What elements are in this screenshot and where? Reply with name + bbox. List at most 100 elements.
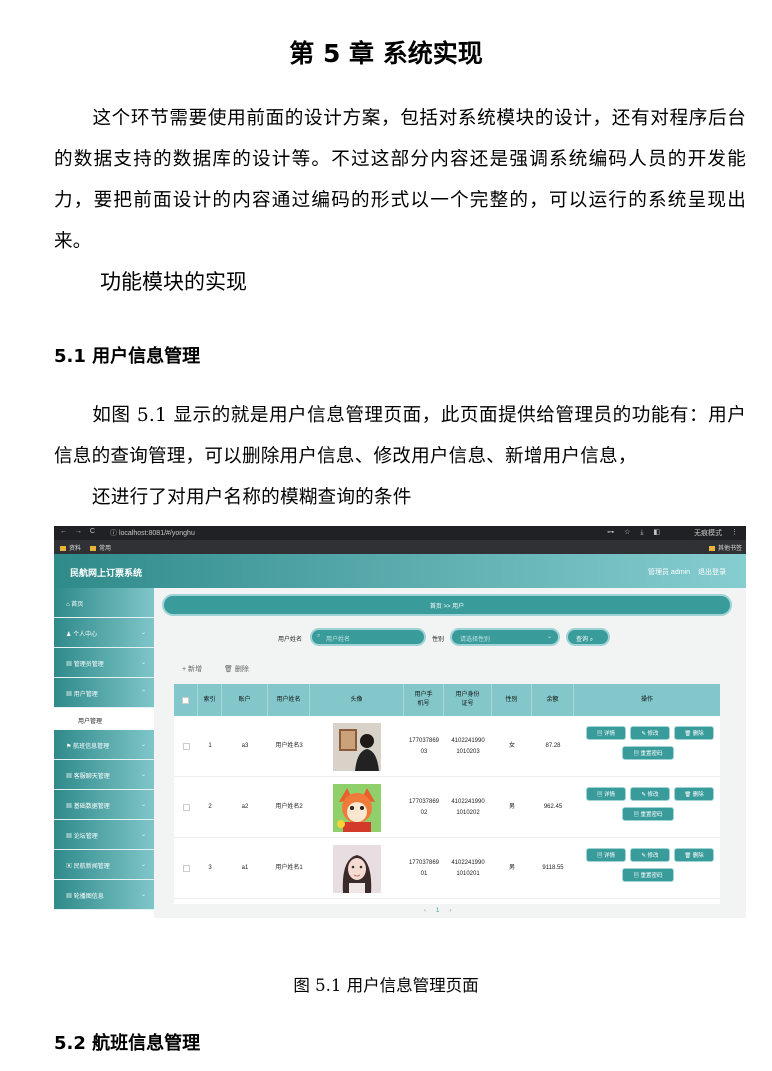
delete-row-button[interactable]: 🗑 删除	[674, 787, 714, 801]
search-icon: ⌕	[317, 633, 321, 639]
cell-balance: 962.45	[543, 804, 563, 810]
header-checkbox[interactable]	[174, 684, 198, 716]
row-checkbox[interactable]	[174, 777, 198, 838]
flag-icon: ⚑	[66, 744, 72, 750]
toolbar-icons[interactable]: ⊶ ☆ ⤓ ◧	[607, 528, 664, 537]
sidebar-item-chat[interactable]: ▦ 客服聊天管理 ⌄	[54, 760, 154, 790]
grid-icon: ▦	[66, 662, 73, 668]
chevron-down-icon: ⌄	[140, 862, 146, 868]
cell-phone: 17703786901	[408, 859, 440, 877]
table-row: 2 a2 用户姓名2 17703786902 41022419901010202…	[174, 777, 720, 838]
sidebar-item-carousel[interactable]: ▦ 轮播图信息 ⌄	[54, 880, 154, 910]
address-bar[interactable]: ⓘ localhost:8081/#/yonghu	[110, 528, 195, 538]
cell-avatar	[310, 838, 404, 899]
grid-icon: ▦	[66, 804, 73, 810]
section-text: 如图 5.1 显示的就是用户信息管理页面，此页面提供给管理员的功能有：用户信息的…	[54, 405, 746, 467]
other-bookmarks[interactable]: 其他书签	[708, 543, 742, 552]
avatar-portrait	[333, 844, 381, 893]
app-header: 民航网上订票系统 管理员 admin 退出登录	[54, 554, 746, 588]
edit-button[interactable]: ✎ 修改	[630, 726, 670, 740]
reset-password-button[interactable]: ▤ 重置密码	[622, 868, 674, 882]
browser-nav-icons[interactable]: ← → C	[60, 528, 98, 535]
chevron-down-icon: ⌄	[140, 742, 146, 748]
cell-phone: 17703786903	[408, 737, 440, 755]
add-button[interactable]: + 新增	[182, 666, 202, 673]
cell-account: a2	[241, 804, 249, 810]
section-text-2: 还进行了对用户名称的模糊查询的条件	[92, 487, 412, 508]
user-icon: ♟	[66, 632, 72, 638]
user-table: 索引 账户 用户姓名 头像 用户手机号 用户身份证号 性别 余额 操作 1 a3…	[174, 684, 720, 904]
sidebar-item-forum[interactable]: ▦ 论坛管理 ⌄	[54, 820, 154, 850]
chevron-down-icon: ⌄	[140, 772, 146, 778]
logout-link[interactable]: 退出登录	[698, 567, 726, 577]
sidebar-item-users[interactable]: ▦ 用户管理 ⌃	[54, 678, 154, 708]
reset-password-button[interactable]: ▤ 重置密码	[622, 807, 674, 821]
gender-label: 性别	[432, 637, 445, 643]
cell-gender: 男	[508, 804, 515, 810]
menu-icon[interactable]: ⋮	[731, 528, 738, 536]
col-gender: 性别	[492, 684, 532, 716]
col-name: 用户姓名	[268, 684, 310, 716]
cell-balance: 87.28	[545, 743, 561, 749]
cell-name: 用户姓名3	[275, 743, 303, 749]
cell-index: 2	[208, 804, 212, 810]
pagination: ‹1›	[424, 908, 461, 914]
detail-button[interactable]: ▤ 详情	[586, 787, 626, 801]
grid-icon: ▦	[66, 692, 73, 698]
col-actions: 操作	[640, 696, 653, 703]
name-label: 用户姓名	[278, 637, 303, 643]
chapter-title: 第 5 章 系统实现	[289, 39, 483, 68]
breadcrumb: 首页 >> 用户	[162, 594, 732, 616]
sidebar-item-basedata[interactable]: ▦ 基础数据管理 ⌄	[54, 790, 154, 820]
figure-caption: 图 5.1 用户信息管理页面	[293, 976, 479, 995]
detail-button[interactable]: ▤ 详情	[586, 848, 626, 862]
avatar-photo	[333, 722, 381, 771]
chevron-down-icon: ⌄	[140, 660, 146, 666]
sidebar-subitem-users[interactable]: 用户管理	[54, 708, 154, 730]
sidebar-item-profile[interactable]: ♟ 个人中心 ⌄	[54, 618, 154, 648]
row-checkbox[interactable]	[174, 716, 198, 777]
chevron-up-icon: ⌃	[140, 690, 146, 696]
gender-select[interactable]: 请选择性别 ⌄	[450, 628, 560, 646]
folder-icon	[90, 545, 96, 551]
prev-page-button[interactable]: ‹	[424, 908, 436, 914]
section-paragraph-5-1: 如图 5.1 显示的就是用户信息管理页面，此页面提供给管理员的功能有：用户信息的…	[54, 395, 746, 477]
search-button[interactable]: 查询 ⌕	[566, 628, 610, 646]
delete-row-button[interactable]: 🗑 删除	[674, 726, 714, 740]
app-brand: 民航网上订票系统	[70, 568, 143, 578]
table-row: 3 a1 用户姓名1 17703786901 41022419901010201…	[174, 838, 720, 899]
edit-button[interactable]: ✎ 修改	[630, 787, 670, 801]
col-index: 索引	[198, 684, 222, 716]
detail-button[interactable]: ▤ 详情	[586, 726, 626, 740]
sidebar-item-flights[interactable]: ⚑ 航班信息管理 ⌄	[54, 730, 154, 760]
chevron-down-icon: ⌄	[140, 832, 146, 838]
chevron-down-icon: ⌄	[140, 892, 146, 898]
row-checkbox[interactable]	[174, 838, 198, 899]
section-title-5-2: 5.2 航班信息管理	[54, 1033, 201, 1054]
main-content: 首页 >> 用户 用户姓名 ⌕ 用户姓名 性别 请选择性别 ⌄ 查询 ⌕ + 新增 …	[154, 588, 746, 918]
sidebar-item-news[interactable]: ▣ 民航新闻管理 ⌄	[54, 850, 154, 880]
cell-account: a3	[241, 743, 249, 749]
edit-button[interactable]: ✎ 修改	[630, 848, 670, 862]
cell-gender: 男	[508, 865, 515, 871]
bookmarks-bar: 资料 常用 其他书签	[54, 540, 746, 554]
sidebar-item-admin[interactable]: ▦ 管理员管理 ⌄	[54, 648, 154, 678]
sidebar-item-home[interactable]: ⌂ 首页	[54, 588, 154, 618]
next-page-button[interactable]: ›	[449, 908, 461, 914]
delete-row-button[interactable]: 🗑 删除	[674, 848, 714, 862]
cell-index: 3	[208, 865, 212, 871]
intro-text: 这个环节需要使用前面的设计方案，包括对系统模块的设计，还有对程序后台的数据支持的…	[54, 108, 746, 252]
section-paragraph-5-1b: 还进行了对用户名称的模糊查询的条件	[54, 477, 746, 518]
delete-button[interactable]: 🗑 删除	[224, 666, 249, 673]
search-input[interactable]: ⌕ 用户姓名	[310, 628, 426, 646]
incognito-label: 无痕模式	[694, 530, 722, 537]
bookmark-item[interactable]: 常用	[90, 543, 111, 552]
avatar-cartoon	[333, 783, 381, 832]
search-icon: ⌕	[589, 637, 594, 643]
chevron-down-icon: ⌄	[546, 634, 552, 640]
bookmark-item[interactable]: 资料	[60, 543, 81, 552]
current-page[interactable]: 1	[436, 908, 449, 914]
col-phone: 用户手机号	[404, 684, 444, 716]
table-row: 1 a3 用户姓名3 17703786903 41022419901010203…	[174, 716, 720, 777]
reset-password-button[interactable]: ▤ 重置密码	[622, 746, 674, 760]
